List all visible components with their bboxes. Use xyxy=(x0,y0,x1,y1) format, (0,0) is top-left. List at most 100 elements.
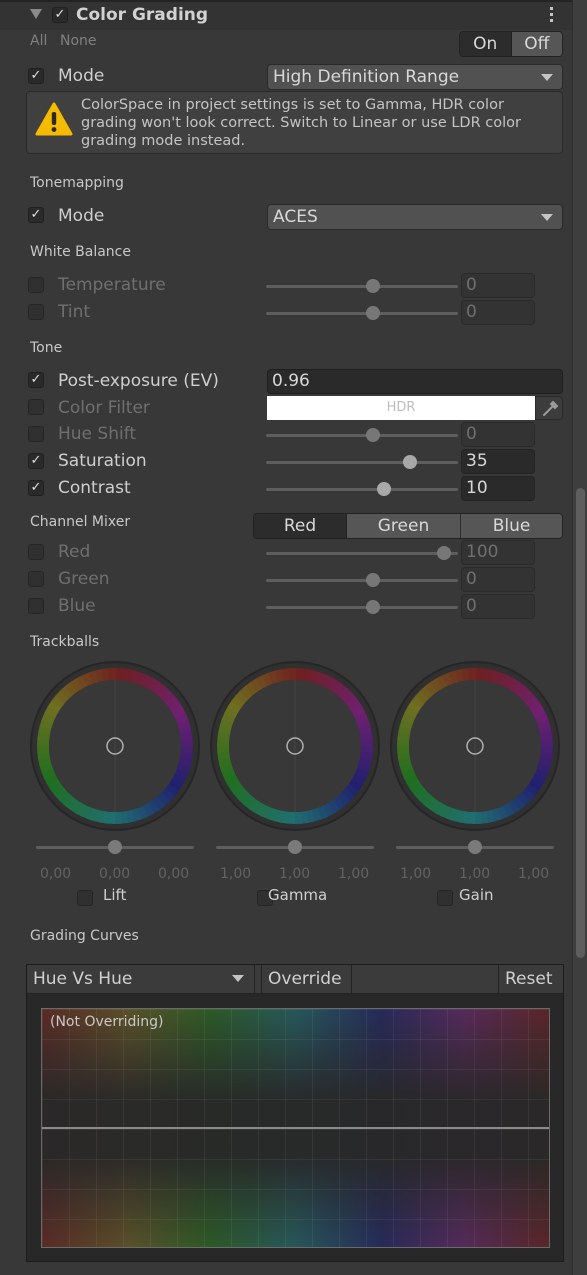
mixer-blue-value-field[interactable]: 0 xyxy=(461,594,535,619)
reset-button[interactable]: Reset xyxy=(498,965,563,994)
hue-ring-segment xyxy=(108,668,117,681)
chevron-down-icon xyxy=(541,74,553,81)
foldout-arrow-icon[interactable] xyxy=(30,9,42,19)
override-all-link[interactable]: All xyxy=(30,33,47,49)
eyedropper-button[interactable] xyxy=(535,396,563,420)
mixer-blue-slider[interactable] xyxy=(266,600,458,614)
saturation-label: Saturation xyxy=(58,451,147,471)
override-toggle[interactable]: Override xyxy=(261,965,352,994)
tab-red[interactable]: Red xyxy=(254,514,347,538)
vertical-scrollbar[interactable] xyxy=(572,0,587,1275)
mixer-red-row: Red 100 xyxy=(28,540,563,566)
mixer-red-checkbox[interactable] xyxy=(28,544,44,560)
hue-shift-checkbox[interactable] xyxy=(28,426,44,442)
contrast-checkbox[interactable]: ✓ xyxy=(28,480,44,496)
tint-slider[interactable] xyxy=(266,306,458,320)
curve-graph[interactable]: (Not Overriding) xyxy=(41,1008,550,1248)
post-exposure-field[interactable]: 0.96 xyxy=(267,369,563,394)
temperature-checkbox[interactable] xyxy=(28,277,44,293)
mixer-green-label: Green xyxy=(58,569,110,589)
saturation-value-field[interactable]: 35 xyxy=(461,449,535,474)
scrollbar-thumb[interactable] xyxy=(576,488,585,958)
contrast-value-field[interactable]: 10 xyxy=(461,476,535,501)
off-button[interactable]: Off xyxy=(511,32,562,56)
mixer-red-slider[interactable] xyxy=(266,546,458,560)
mixer-green-value-field[interactable]: 0 xyxy=(461,567,535,592)
mixer-green-slider[interactable] xyxy=(266,573,458,587)
warning-message: ColorSpace in project settings is set to… xyxy=(81,97,521,149)
tonemapping-mode-dropdown[interactable]: ACES xyxy=(267,204,563,230)
curve-status: (Not Overriding) xyxy=(50,1014,164,1030)
lift-intensity-slider[interactable] xyxy=(36,840,194,854)
trackballs-heading: Trackballs xyxy=(30,634,100,650)
gamma-trackball[interactable] xyxy=(209,660,381,832)
mixer-green-slider-thumb[interactable] xyxy=(366,573,380,587)
tonemapping-mode-checkbox[interactable]: ✓ xyxy=(28,207,44,223)
eyedropper-icon xyxy=(543,400,559,416)
mixer-blue-checkbox[interactable] xyxy=(28,598,44,614)
hue-shift-slider-thumb[interactable] xyxy=(366,428,380,442)
kebab-menu-icon[interactable] xyxy=(548,7,554,25)
channel-mixer-heading: Channel Mixer xyxy=(30,514,131,530)
color-filter-field[interactable]: HDR xyxy=(267,396,563,420)
contrast-label: Contrast xyxy=(58,478,131,498)
temperature-value-field[interactable]: 0 xyxy=(461,273,535,298)
gamma-intensity-slider[interactable] xyxy=(216,840,374,854)
contrast-slider[interactable] xyxy=(266,482,458,496)
mixer-green-checkbox[interactable] xyxy=(28,571,44,587)
lift-intensity-thumb[interactable] xyxy=(108,840,122,854)
color-filter-checkbox[interactable] xyxy=(28,399,44,415)
saturation-checkbox[interactable]: ✓ xyxy=(28,453,44,469)
color-swatch[interactable]: HDR xyxy=(267,396,535,420)
lift-override-checkbox[interactable] xyxy=(77,890,93,906)
hue-shift-slider[interactable] xyxy=(266,428,458,442)
white-balance-heading: White Balance xyxy=(30,244,131,260)
channel-tabs[interactable]: Red Green Blue xyxy=(253,513,563,539)
lift-label: Lift xyxy=(103,886,127,904)
curve-line[interactable] xyxy=(42,1127,549,1129)
gain-intensity-slider[interactable] xyxy=(396,840,554,854)
tonemapping-mode-label: Mode xyxy=(58,206,105,226)
tint-value-field[interactable]: 0 xyxy=(461,300,535,325)
post-exposure-label: Post-exposure (EV) xyxy=(58,371,219,391)
mixer-blue-slider-thumb[interactable] xyxy=(366,600,380,614)
temperature-label: Temperature xyxy=(58,275,166,295)
effect-enabled-checkbox[interactable]: ✓ xyxy=(52,7,68,23)
gain-override-checkbox[interactable] xyxy=(437,890,453,906)
saturation-slider[interactable] xyxy=(266,455,458,469)
tint-row: Tint 0 xyxy=(28,300,563,326)
hue-ring-segment xyxy=(468,668,477,681)
mixer-red-slider-thumb[interactable] xyxy=(437,546,452,560)
tab-green[interactable]: Green xyxy=(347,514,461,538)
mode-override-checkbox[interactable]: ✓ xyxy=(28,68,44,84)
override-none-link[interactable]: None xyxy=(60,33,97,49)
curves-toolbar: Hue Vs Hue Override Reset xyxy=(27,965,563,994)
gain-trackball[interactable] xyxy=(389,660,561,832)
temperature-slider-thumb[interactable] xyxy=(366,279,380,293)
tab-blue[interactable]: Blue xyxy=(461,514,562,538)
lift-value-2: 0,00 xyxy=(158,866,190,882)
mixer-red-value-field[interactable]: 100 xyxy=(461,540,535,565)
mixer-blue-row: Blue 0 xyxy=(28,594,563,620)
hue-shift-value-field[interactable]: 0 xyxy=(461,422,535,447)
tint-checkbox[interactable] xyxy=(28,304,44,320)
temperature-row: Temperature 0 xyxy=(28,273,563,299)
chevron-down-icon xyxy=(232,975,244,982)
mixer-blue-label: Blue xyxy=(58,596,96,616)
curves-editor: Hue Vs Hue Override Reset (Not Overridin… xyxy=(26,964,564,1262)
effect-header[interactable]: ✓ Color Grading xyxy=(0,0,572,30)
temperature-slider[interactable] xyxy=(266,279,458,293)
checkmark-icon: ✓ xyxy=(54,7,66,22)
curve-select-dropdown[interactable]: Hue Vs Hue xyxy=(27,965,255,994)
gamma-intensity-thumb[interactable] xyxy=(288,840,302,854)
gain-intensity-thumb[interactable] xyxy=(468,840,482,854)
post-exposure-checkbox[interactable]: ✓ xyxy=(28,372,44,388)
contrast-slider-thumb[interactable] xyxy=(376,482,391,496)
on-off-toggle[interactable]: On Off xyxy=(459,31,563,57)
lift-trackball[interactable] xyxy=(29,660,201,832)
contrast-row: ✓ Contrast 10 xyxy=(28,476,563,502)
grading-mode-dropdown[interactable]: High Definition Range xyxy=(267,64,563,90)
saturation-slider-thumb[interactable] xyxy=(403,455,418,469)
on-button[interactable]: On xyxy=(460,32,512,56)
tint-slider-thumb[interactable] xyxy=(366,306,380,320)
